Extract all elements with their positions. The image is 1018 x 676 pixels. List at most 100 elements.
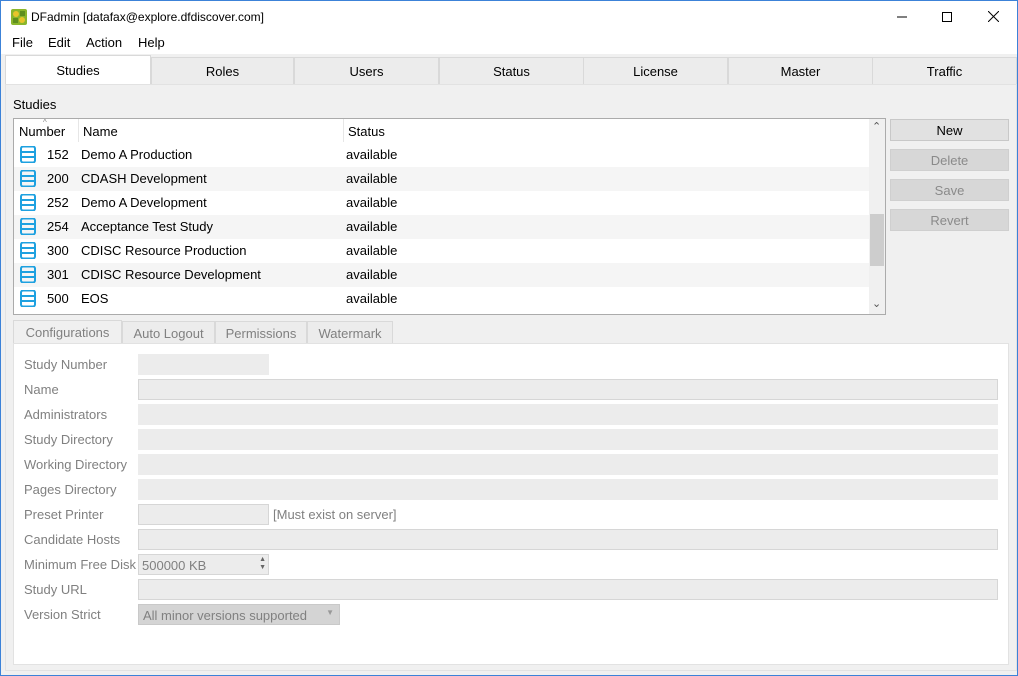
- minimum-free-disk-label: Minimum Free Disk: [24, 557, 136, 572]
- studies-panel: Studies Number ^ Name Status 152 Demo A …: [5, 84, 1017, 671]
- column-header-status[interactable]: Status: [348, 124, 385, 139]
- close-icon: [987, 11, 999, 22]
- study-number: 500: [47, 291, 69, 306]
- column-header-name[interactable]: Name: [83, 124, 118, 139]
- tab-license[interactable]: License: [583, 57, 728, 84]
- window-title: DFadmin [datafax@explore.dfdiscover.com]: [31, 10, 264, 24]
- menu-bar: File Edit Action Help: [1, 32, 1017, 54]
- menu-help[interactable]: Help: [138, 35, 165, 50]
- menu-action[interactable]: Action: [86, 35, 122, 50]
- app-logo-icon: [11, 9, 27, 25]
- chevron-up-icon[interactable]: ⌃: [872, 120, 881, 133]
- study-name: Demo A Development: [81, 195, 207, 210]
- study-status: available: [346, 171, 398, 186]
- administrators-field[interactable]: [138, 404, 998, 425]
- table-row[interactable]: 254 Acceptance Test Study available: [14, 215, 869, 239]
- tab-master[interactable]: Master: [728, 57, 873, 84]
- tab-configurations[interactable]: Configurations: [13, 320, 122, 344]
- table-body: 152 Demo A Production available 200 CDAS…: [14, 143, 869, 311]
- candidate-hosts-label: Candidate Hosts: [24, 532, 121, 547]
- maximize-button[interactable]: [924, 1, 970, 32]
- table-row[interactable]: 252 Demo A Development available: [14, 191, 869, 215]
- study-name: CDASH Development: [81, 171, 207, 186]
- delete-button[interactable]: Delete: [890, 149, 1009, 171]
- study-name: Acceptance Test Study: [81, 219, 214, 234]
- study-database-icon: [20, 194, 36, 211]
- maximize-icon: [942, 11, 952, 22]
- close-button[interactable]: [970, 1, 1016, 32]
- table-row[interactable]: 500 EOS available: [14, 287, 869, 311]
- studies-table[interactable]: Number ^ Name Status 152 Demo A Producti…: [13, 118, 886, 315]
- minimize-button[interactable]: [879, 1, 925, 32]
- tab-watermark[interactable]: Watermark: [307, 321, 393, 344]
- study-status: available: [346, 219, 398, 234]
- application-window: DFadmin [datafax@explore.dfdiscover.com]…: [0, 0, 1018, 676]
- name-label: Name: [24, 382, 59, 397]
- column-separator[interactable]: [78, 119, 79, 142]
- spin-arrows-icon[interactable]: ▲ ▼: [259, 556, 266, 572]
- study-database-icon: [20, 242, 36, 259]
- minimum-free-disk-value: 500000 KB: [142, 558, 207, 573]
- study-name: EOS: [81, 291, 109, 306]
- pages-directory-field[interactable]: [138, 479, 998, 500]
- study-url-label: Study URL: [24, 582, 87, 597]
- tab-roles[interactable]: Roles: [151, 57, 294, 84]
- study-directory-field[interactable]: [138, 429, 998, 450]
- study-number-field[interactable]: [138, 354, 269, 375]
- preset-printer-label: Preset Printer: [24, 507, 104, 522]
- save-button[interactable]: Save: [890, 179, 1009, 201]
- pages-directory-label: Pages Directory: [24, 482, 117, 497]
- menu-file[interactable]: File: [12, 35, 33, 50]
- study-database-icon: [20, 170, 36, 187]
- study-database-icon: [20, 290, 36, 307]
- study-detail-tab-bar: Configurations Auto Logout Permissions W…: [13, 320, 1009, 344]
- scrollbar-thumb[interactable]: [870, 214, 884, 266]
- configurations-form: Study Number Name Administrators Study D…: [13, 343, 1009, 665]
- table-row[interactable]: 301 CDISC Resource Development available: [14, 263, 869, 287]
- tab-permissions[interactable]: Permissions: [215, 321, 307, 344]
- column-separator[interactable]: [343, 119, 344, 142]
- study-url-field[interactable]: [138, 579, 998, 600]
- version-strict-label: Version Strict: [24, 607, 101, 622]
- revert-button[interactable]: Revert: [890, 209, 1009, 231]
- study-status: available: [346, 147, 398, 162]
- study-name: CDISC Resource Production: [81, 243, 247, 258]
- tab-auto-logout[interactable]: Auto Logout: [122, 321, 215, 344]
- table-vertical-scrollbar[interactable]: ⌃ ⌄: [869, 119, 885, 314]
- study-name: Demo A Production: [81, 147, 193, 162]
- tab-users[interactable]: Users: [294, 57, 439, 84]
- new-button[interactable]: New: [890, 119, 1009, 141]
- study-number: 152: [47, 147, 69, 162]
- table-row[interactable]: 300 CDISC Resource Production available: [14, 239, 869, 263]
- tab-studies[interactable]: Studies: [5, 55, 151, 84]
- table-row[interactable]: 152 Demo A Production available: [14, 143, 869, 167]
- study-number-label: Study Number: [24, 357, 108, 372]
- table-header: Number ^ Name Status: [14, 119, 869, 142]
- tab-traffic[interactable]: Traffic: [872, 57, 1017, 84]
- study-status: available: [346, 291, 398, 306]
- administrators-label: Administrators: [24, 407, 108, 422]
- study-database-icon: [20, 218, 36, 235]
- study-number: 252: [47, 195, 69, 210]
- version-strict-value: All minor versions supported: [143, 608, 308, 623]
- chevron-down-icon[interactable]: ⌄: [872, 297, 881, 310]
- menu-edit[interactable]: Edit: [48, 35, 70, 50]
- preset-printer-field[interactable]: [138, 504, 269, 525]
- study-status: available: [346, 243, 398, 258]
- working-directory-field[interactable]: [138, 454, 998, 475]
- table-row[interactable]: 200 CDASH Development available: [14, 167, 869, 191]
- study-database-icon: [20, 146, 36, 163]
- minimum-free-disk-stepper[interactable]: 500000 KB ▲ ▼: [138, 554, 269, 575]
- study-database-icon: [20, 266, 36, 283]
- study-status: available: [346, 195, 398, 210]
- study-status: available: [346, 267, 398, 282]
- name-field[interactable]: [138, 379, 998, 400]
- title-bar[interactable]: DFadmin [datafax@explore.dfdiscover.com]: [1, 1, 1017, 32]
- sort-ascending-icon: ^: [43, 118, 47, 127]
- study-name: CDISC Resource Development: [81, 267, 261, 282]
- studies-section-label: Studies: [13, 97, 57, 112]
- candidate-hosts-field[interactable]: [138, 529, 998, 550]
- preset-printer-hint: [Must exist on server]: [273, 507, 397, 522]
- tab-status[interactable]: Status: [439, 57, 584, 84]
- version-strict-select[interactable]: All minor versions supported ▼: [138, 604, 340, 625]
